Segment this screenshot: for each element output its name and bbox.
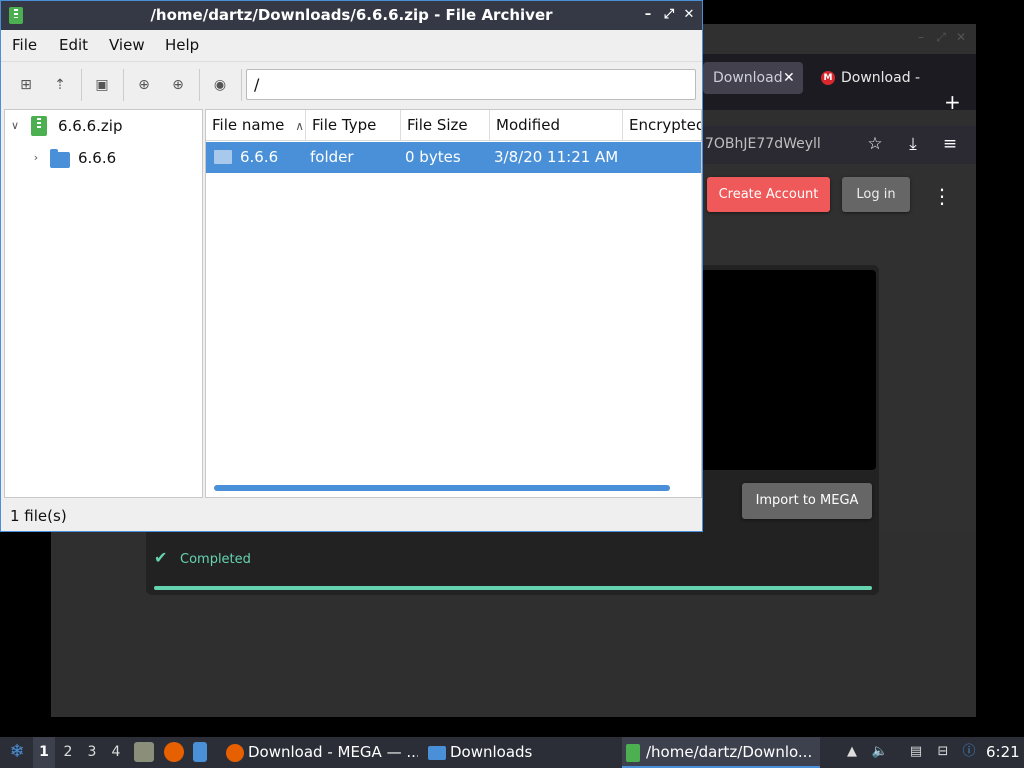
toolbar-separator — [199, 69, 200, 101]
extract-icon[interactable]: ▣ — [92, 75, 112, 95]
tree-item-folder[interactable]: › 6.6.6 — [5, 142, 202, 174]
url-bar[interactable]: 7OBhJE77dWeyll — [705, 134, 821, 154]
progress-bar — [154, 586, 872, 590]
tab-label: Download - — [841, 70, 921, 86]
status-label: Completed — [180, 552, 251, 567]
volume-icon[interactable]: 🔈 — [871, 742, 889, 762]
toolbar-separator — [81, 69, 82, 101]
menu-view[interactable]: View — [107, 30, 147, 61]
browser-minimize-icon[interactable]: – — [914, 30, 928, 44]
login-button[interactable]: Log in — [842, 177, 910, 212]
task-file-archiver[interactable]: /home/dartz/Downlo... — [622, 737, 820, 768]
firefox-icon — [226, 743, 244, 762]
eject-icon[interactable]: ▲ — [843, 742, 861, 762]
new-archive-icon[interactable]: ⊞ — [16, 75, 36, 95]
firefox-launcher-icon[interactable] — [164, 742, 184, 762]
minimize-icon[interactable]: – — [640, 7, 656, 23]
location-input[interactable]: / — [246, 69, 696, 100]
workspace-4[interactable]: 4 — [105, 737, 127, 768]
file-archiver-window: /home/dartz/Downloads/6.6.6.zip - File A… — [0, 0, 703, 532]
add-folder-icon[interactable]: ⊕ — [168, 75, 188, 95]
workspace-3[interactable]: 3 — [81, 737, 103, 768]
menu-file[interactable]: File — [10, 30, 39, 61]
archive-icon — [626, 743, 640, 762]
collapse-arrow-icon[interactable]: ∨ — [9, 110, 21, 142]
column-header-name[interactable]: File name ∧ — [206, 110, 306, 141]
new-tab-button[interactable]: + — [944, 90, 964, 114]
menu-help[interactable]: Help — [163, 30, 201, 61]
sort-ascending-icon: ∧ — [295, 119, 304, 133]
stop-icon[interactable]: ◉ — [210, 75, 230, 95]
folder-icon — [428, 745, 446, 760]
cell-name: 6.6.6 — [240, 148, 279, 166]
browser-tab-download-mega[interactable]: M Download - — [811, 62, 926, 94]
cell-modified: 3/8/20 11:21 AM — [494, 148, 619, 166]
cell-encrypted — [623, 142, 629, 173]
task-label: Downloads — [450, 743, 533, 761]
column-header-type[interactable]: File Type — [306, 110, 401, 141]
menu-hamburger-icon[interactable]: ≡ — [939, 133, 961, 155]
status-bar — [1, 500, 702, 531]
status-text: 1 file(s) — [10, 507, 67, 525]
network-icon[interactable]: ⊟ — [934, 742, 952, 762]
mega-logo-icon: M — [821, 71, 835, 85]
column-header-size[interactable]: File Size — [401, 110, 490, 141]
add-files-icon[interactable]: ⊕ — [134, 75, 154, 95]
toolbar-separator — [123, 69, 124, 101]
horizontal-scrollbar[interactable] — [214, 485, 670, 491]
file-preview — [700, 270, 876, 470]
file-manager-launcher-icon[interactable] — [134, 742, 154, 762]
file-list: File name ∧ File Type File Size Modified… — [205, 109, 702, 498]
tab-label: Download — [713, 70, 783, 86]
workspace-1[interactable]: 1 — [33, 737, 55, 768]
app-launcher-icon[interactable] — [193, 742, 207, 762]
toolbar-separator — [241, 69, 242, 101]
downloads-icon[interactable]: ⤓ — [902, 133, 924, 155]
download-status: ✔ Completed — [154, 548, 251, 570]
checkmark-icon: ✔ — [154, 548, 168, 567]
browser-maximize-icon[interactable]: ⤢ — [934, 30, 948, 44]
tree-item-label: 6.6.6.zip — [58, 117, 123, 135]
menu-edit[interactable]: Edit — [57, 30, 90, 61]
folder-tree: ∨ 6.6.6.zip › 6.6.6 — [4, 109, 203, 498]
column-header-modified[interactable]: Modified — [490, 110, 623, 141]
task-label: Download - MEGA — ... — [248, 743, 418, 761]
tree-item-archive[interactable]: ∨ 6.6.6.zip — [5, 110, 202, 142]
maximize-icon[interactable]: ⤢ — [661, 7, 677, 23]
open-archive-icon[interactable]: ⇡ — [50, 75, 70, 95]
expand-arrow-icon[interactable]: › — [30, 142, 42, 174]
notification-icon[interactable]: ⓘ — [960, 742, 978, 762]
task-label: /home/dartz/Downlo... — [646, 743, 813, 761]
task-firefox[interactable]: Download - MEGA — ... — [222, 737, 418, 768]
clipboard-icon[interactable]: ▤ — [907, 742, 925, 762]
tree-item-label: 6.6.6 — [78, 149, 117, 167]
cell-size: 0 bytes — [405, 148, 461, 166]
column-header-encrypted[interactable]: Encrypted — [623, 110, 701, 141]
close-icon[interactable]: ✕ — [681, 7, 697, 23]
tab-close-icon[interactable]: ✕ — [783, 70, 795, 86]
folder-icon — [214, 150, 232, 164]
create-account-button[interactable]: Create Account — [707, 177, 830, 212]
start-menu-icon[interactable]: ❄ — [5, 740, 29, 764]
bookmark-star-icon[interactable]: ☆ — [864, 133, 886, 155]
more-options-icon[interactable]: ⋮ — [932, 184, 952, 208]
progress-fill — [154, 586, 872, 590]
column-label: File name — [212, 116, 285, 134]
import-to-mega-button[interactable]: Import to MEGA — [742, 483, 872, 519]
cell-type: folder — [310, 148, 354, 166]
window-title: /home/dartz/Downloads/6.6.6.zip - File A… — [150, 6, 553, 24]
folder-icon — [50, 149, 70, 168]
browser-close-icon[interactable]: ✕ — [954, 30, 968, 44]
clock: 6:21 — [986, 743, 1020, 761]
workspace-2[interactable]: 2 — [57, 737, 79, 768]
zip-file-icon — [31, 116, 47, 136]
task-downloads[interactable]: Downloads — [424, 737, 614, 768]
